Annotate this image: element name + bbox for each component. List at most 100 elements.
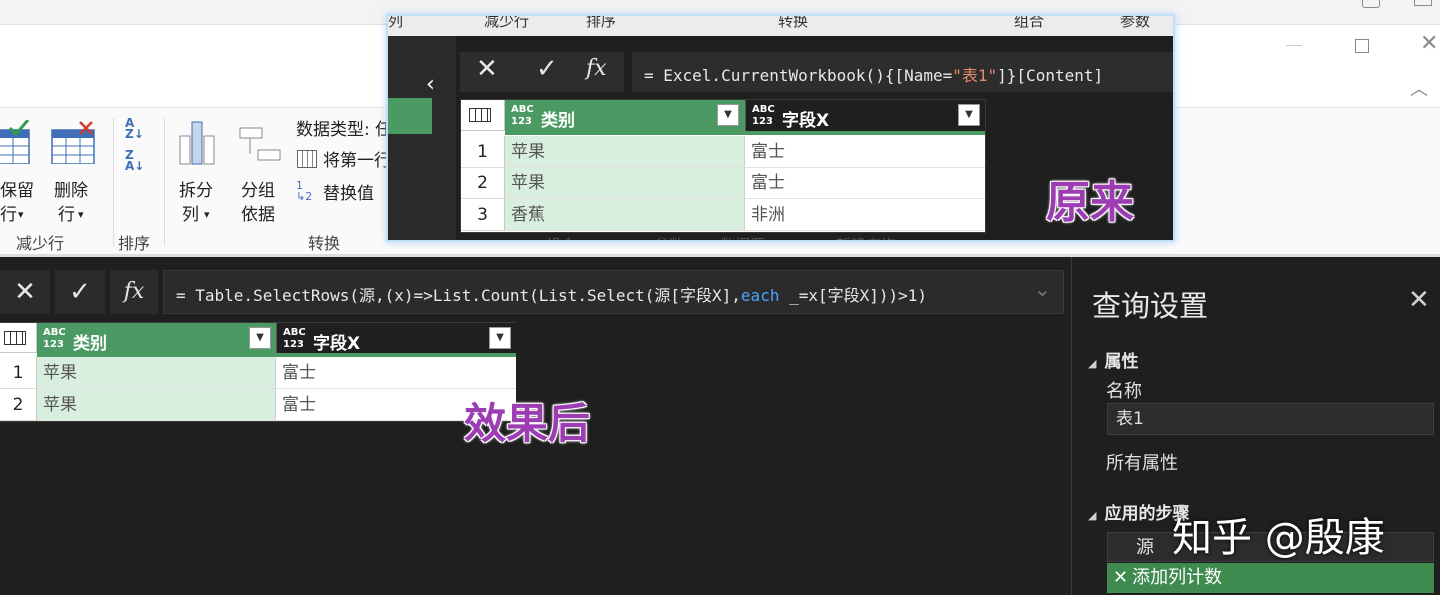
table-menu-corner[interactable] — [0, 323, 37, 353]
table-cell[interactable]: 香蕉 — [505, 199, 745, 231]
type-any-icon: ABC 123 — [511, 104, 534, 127]
selected-query-item[interactable] — [388, 98, 432, 134]
table-cell[interactable]: 富士 — [745, 168, 985, 199]
fx-icon: fx — [123, 279, 145, 304]
keep-rows-button[interactable]: 保留 行 ▾ — [0, 118, 40, 225]
column-header-fieldx[interactable]: ABC 123 字段X ▼ — [745, 100, 985, 131]
cancel-formula-button[interactable]: ✕ — [0, 270, 50, 314]
group-label-transform: 转换 — [308, 234, 341, 253]
expand-formula-icon[interactable]: ⌄ — [1034, 277, 1051, 301]
type-any-icon: ABC 123 — [752, 104, 775, 127]
keep-rows-icon — [0, 120, 30, 164]
pane-title: 查询设置 — [1092, 289, 1209, 323]
popup-tab-strip: 列 减少行 排序 转换 组合 参数 — [388, 16, 1173, 36]
column-name-fieldx: 字段X — [313, 334, 361, 354]
table-cell[interactable]: 富士 — [745, 136, 985, 168]
table-cell[interactable]: 富士 — [276, 357, 516, 389]
fx-icon[interactable]: fx — [586, 56, 607, 81]
applied-step-add-count-column[interactable]: ✕ 添加列计数 — [1107, 563, 1434, 593]
restore-icon[interactable] — [1362, 0, 1380, 8]
replace-values-button[interactable]: 替换值 — [323, 183, 374, 205]
tab-combine[interactable]: 组合 — [1014, 16, 1044, 31]
checkmark-icon: ✓ — [69, 277, 91, 307]
formula-suffix: ]}[Content] — [997, 66, 1104, 85]
data-type-dropdown[interactable]: 数据类型: 任 — [296, 119, 392, 141]
delete-step-icon[interactable]: ✕ — [1113, 567, 1128, 588]
use-first-row-button[interactable]: 将第一行 — [323, 150, 391, 172]
table-cell[interactable]: 非洲 — [745, 199, 985, 231]
row-number: 1 — [0, 357, 37, 389]
table-cell[interactable]: 苹果 — [37, 357, 276, 389]
row-number: 3 — [461, 199, 505, 231]
remove-rows-label-1: 删除 — [54, 181, 88, 201]
column-header-category[interactable]: ABC 123 类别 ▼ — [505, 100, 745, 131]
replace-values-icon: 1 ↳2 — [296, 179, 313, 203]
filter-dropdown-icon[interactable]: ▼ — [489, 327, 511, 349]
remove-rows-icon — [51, 121, 95, 164]
chevron-left-icon[interactable]: ‹ — [426, 72, 435, 97]
table-cell[interactable]: 苹果 — [505, 168, 745, 199]
row-number: 2 — [0, 389, 37, 421]
sort-ascending-icon[interactable]: A Z↓ — [125, 117, 149, 144]
row-number: 1 — [461, 136, 505, 168]
popup-formula-input[interactable]: = Excel.CurrentWorkbook(){[Name="表1"]}[C… — [632, 52, 1173, 92]
tab-reduce-rows[interactable]: 减少行 — [484, 16, 529, 31]
maximize-icon[interactable] — [1355, 39, 1369, 53]
tab-new-query[interactable]: 新建查询 — [836, 234, 896, 240]
commit-formula-button[interactable]: ✓ — [55, 270, 105, 314]
query-name-input[interactable]: 表1 — [1107, 403, 1434, 435]
table-icon — [4, 331, 26, 345]
tab-data-source[interactable]: 数据源 — [720, 234, 765, 240]
all-properties-link[interactable]: 所有属性 — [1106, 449, 1178, 475]
split-column-button[interactable]: 拆分 列 ▾ — [176, 118, 222, 225]
watermark: 知乎 @殷康 — [1172, 515, 1385, 561]
popup-bottom-tabs: 组合 参数 数据源 新建查询 — [538, 234, 1038, 240]
column-header-fieldx[interactable]: ABC 123 字段X ▼ — [276, 323, 516, 354]
minimize-icon[interactable] — [1286, 45, 1302, 46]
group-by-label-2: 依据 — [241, 205, 275, 225]
checkmark-icon[interactable]: ✓ — [536, 54, 558, 84]
after-effect-label: 效果后 — [464, 399, 591, 448]
group-by-icon — [239, 127, 281, 161]
tab-parameters[interactable]: 参数 — [1120, 16, 1150, 31]
tab-sort[interactable]: 排序 — [586, 16, 616, 31]
close-window-icon[interactable]: ✕ — [1420, 31, 1438, 56]
table-menu-corner[interactable] — [461, 100, 505, 131]
type-any-icon: ABC 123 — [43, 327, 66, 350]
keep-rows-label-2: 行 — [0, 205, 17, 225]
filter-dropdown-icon[interactable]: ▼ — [958, 104, 980, 126]
column-header-category[interactable]: ABC 123 类别 ▼ — [37, 323, 276, 354]
keep-rows-label-1: 保留 — [0, 181, 34, 201]
tab-parameters[interactable]: 参数 — [654, 234, 684, 240]
formula-suffix: _=x[字段X]))>1) — [779, 286, 928, 305]
close-icon[interactable]: ✕ — [1408, 285, 1430, 315]
filter-dropdown-icon[interactable]: ▼ — [717, 104, 739, 126]
group-label-reduce-rows: 减少行 — [16, 234, 65, 253]
tab-combine[interactable]: 组合 — [546, 234, 576, 240]
tab-columns[interactable]: 列 — [388, 16, 403, 31]
main-data-grid: ABC 123 类别 ▼ ABC 123 字段X ▼ 1 苹果 富士 2 苹果 富士 — [0, 322, 516, 422]
sort-descending-icon[interactable]: Z A↓ — [125, 149, 149, 176]
group-label-sort: 排序 — [118, 234, 151, 253]
table-cell[interactable]: 苹果 — [37, 389, 276, 421]
collapse-triangle-icon: ◢ — [1088, 509, 1097, 522]
chevron-up-icon[interactable]: ︿ — [1410, 75, 1428, 101]
remove-rows-button[interactable]: 删除 行 ▾ — [48, 118, 104, 225]
formula-string: "表1" — [952, 66, 998, 85]
close-icon[interactable]: ✕ — [476, 54, 498, 84]
formula-input[interactable]: = Table.SelectRows(源,(x)=>List.Count(Lis… — [163, 270, 1064, 314]
tab-transform[interactable]: 转换 — [778, 16, 808, 31]
properties-heading: 属性 — [1104, 352, 1139, 372]
properties-section[interactable]: ◢ 属性 — [1088, 347, 1138, 372]
filter-dropdown-icon[interactable]: ▼ — [249, 327, 271, 349]
remove-rows-label-2: 行 — [58, 205, 75, 225]
split-column-label-1: 拆分 — [179, 181, 213, 201]
insert-function-button[interactable]: fx — [110, 270, 158, 314]
step-label: 源 — [1136, 537, 1154, 558]
formula-text: = Table.SelectRows(源,(x)=>List.Count(Lis… — [176, 282, 927, 306]
group-by-button[interactable]: 分组 依据 — [236, 118, 286, 225]
collapse-icon[interactable] — [1414, 0, 1432, 6]
table-cell[interactable]: 苹果 — [505, 136, 745, 168]
group-by-label-1: 分组 — [241, 181, 275, 201]
type-any-icon: ABC 123 — [283, 327, 306, 350]
